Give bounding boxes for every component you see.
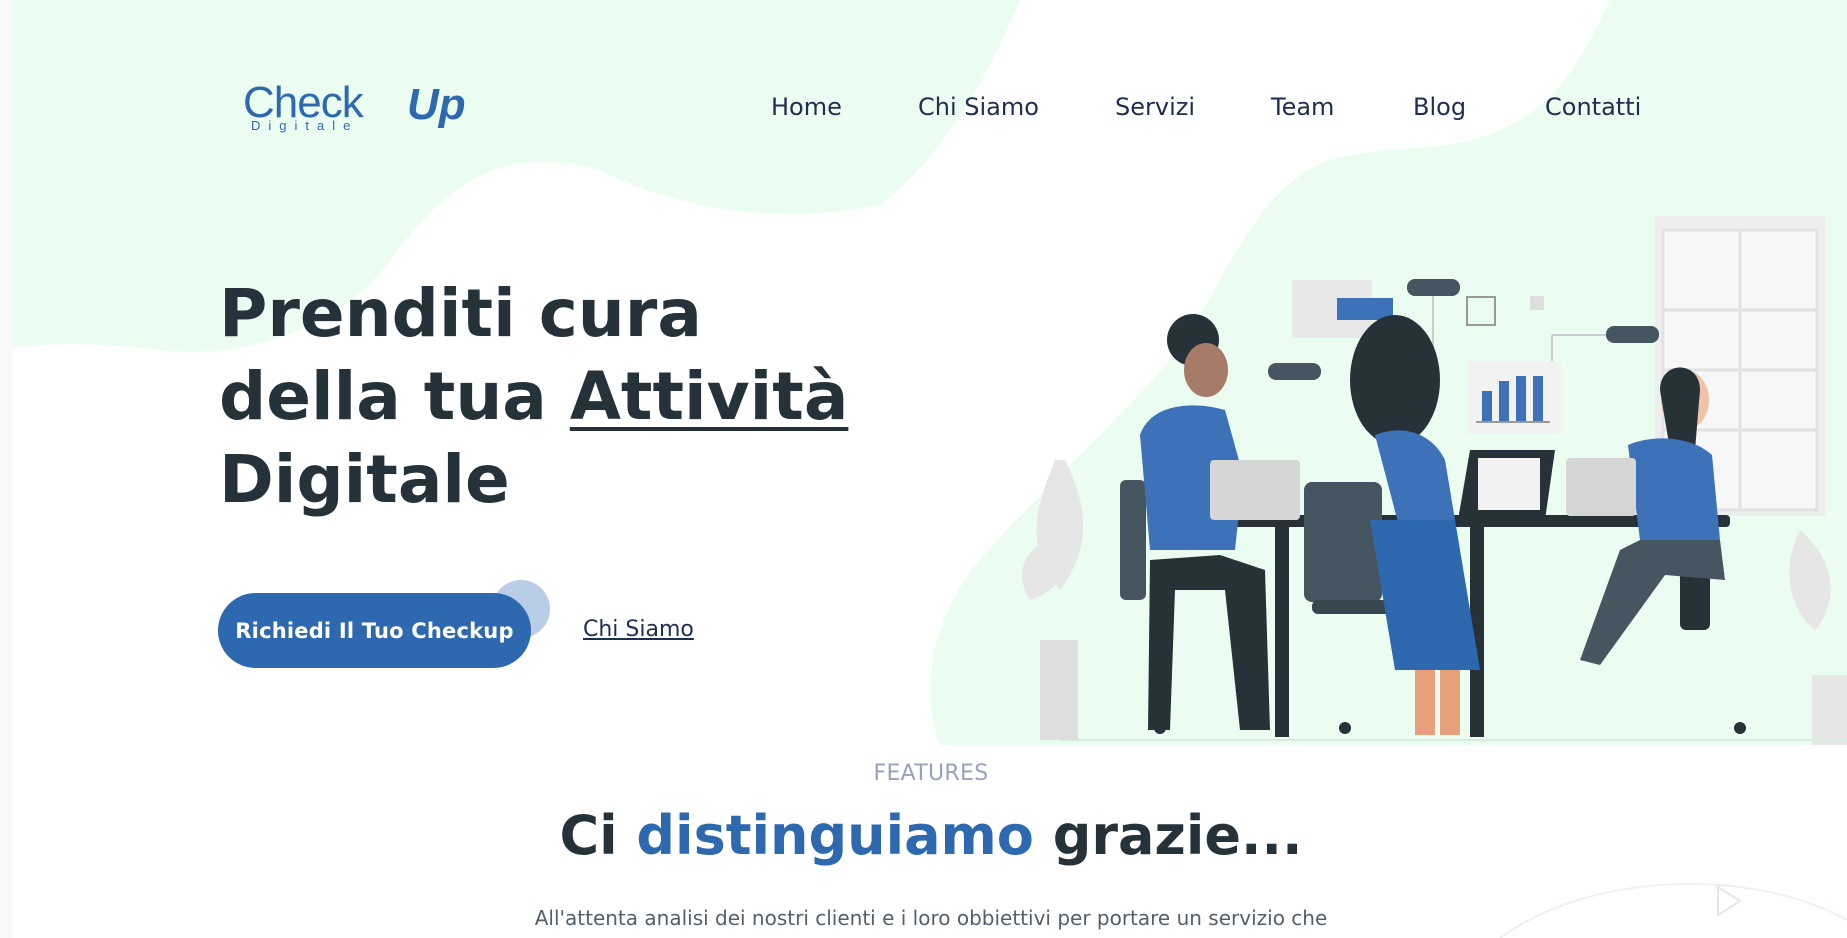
team-meeting-illustration bbox=[1021, 216, 1847, 745]
nav-item-contatti[interactable]: Contatti bbox=[1545, 93, 1641, 121]
features-title: Ci distinguiamo grazie... bbox=[0, 804, 1847, 867]
nav-item-chi-siamo[interactable]: Chi Siamo bbox=[918, 93, 1039, 121]
hero-title-line1: Prenditi cura bbox=[219, 275, 702, 352]
chi-siamo-link[interactable]: Chi Siamo bbox=[583, 617, 694, 642]
nav-item-servizi[interactable]: Servizi bbox=[1115, 93, 1195, 121]
nav-item-team[interactable]: Team bbox=[1271, 93, 1334, 121]
nav-item-blog[interactable]: Blog bbox=[1413, 93, 1466, 121]
chart-icon bbox=[1467, 361, 1561, 434]
features-title-accent: distinguiamo bbox=[636, 804, 1034, 867]
hero-title-line3: Digitale bbox=[219, 441, 510, 518]
left-edge-strip bbox=[0, 0, 12, 938]
nav-item-home[interactable]: Home bbox=[771, 93, 842, 121]
plant-illustration bbox=[1021, 460, 1084, 740]
features-eyebrow: FEATURES bbox=[873, 761, 989, 786]
hero-title: Prenditi cura della tua Attività Digital… bbox=[219, 272, 919, 521]
hero-title-line2-prefix: della tua bbox=[219, 358, 570, 435]
features-title-prefix: Ci bbox=[559, 804, 637, 867]
main-navigation: Home Chi Siamo Servizi Team Blog Contatt… bbox=[0, 93, 1847, 123]
play-icon[interactable] bbox=[1714, 884, 1744, 918]
features-description: All'attenta analisi dei nostri clienti e… bbox=[534, 906, 1328, 930]
request-checkup-button[interactable]: Richiedi Il Tuo Checkup bbox=[218, 593, 531, 668]
hero-title-emphasis: Attività bbox=[569, 358, 849, 435]
page: Check Up Digitale Home Chi Siamo Servizi… bbox=[0, 0, 1847, 938]
features-title-suffix: grazie... bbox=[1033, 804, 1303, 867]
